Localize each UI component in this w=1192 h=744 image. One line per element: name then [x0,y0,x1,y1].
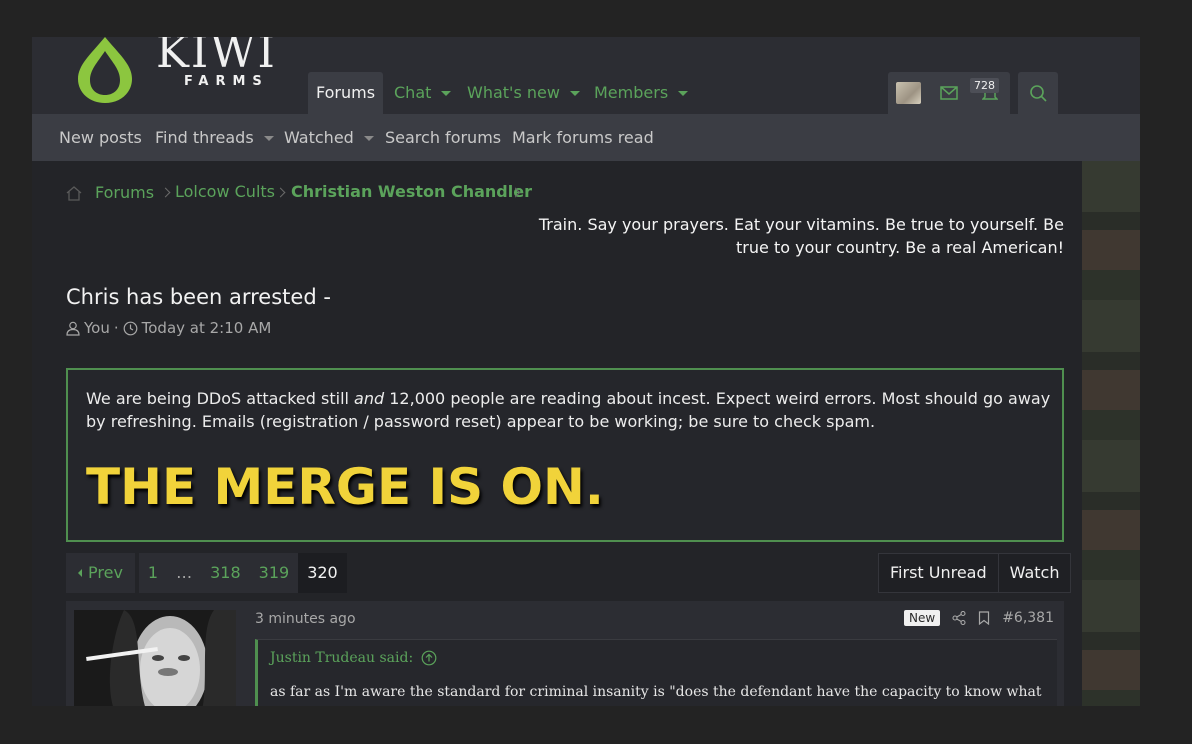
main-content: Forums Lolcow Cults Christian Weston Cha… [32,161,1082,706]
post-number[interactable]: #6,381 [1002,610,1054,626]
notice-text-before: We are being DDoS attacked still [86,389,355,408]
chevron-down-icon [569,91,580,96]
post: 3 minutes ago New #6,381 Justin Trudeau … [66,601,1064,706]
subnav-watched[interactable]: Watched [284,114,374,161]
subnav-watched-label: Watched [284,128,354,147]
new-badge: New [904,610,941,626]
chevron-left-icon [78,569,82,577]
page-ellipsis[interactable]: … [167,553,201,593]
chevron-down-icon [363,136,374,141]
chevron-down-icon [441,91,452,96]
page-current[interactable]: 320 [298,553,347,593]
page-numbers: 1 … 318 319 320 [138,553,347,593]
user-icon [66,321,80,336]
chevron-right-icon [275,187,286,198]
header: KIWI FARMS Forums Chat What's new Member… [32,37,1140,114]
chevron-right-icon [160,187,171,198]
bookmark-icon[interactable] [978,611,990,625]
subnav-new-posts[interactable]: New posts [59,114,142,161]
breadcrumb-christian-weston-chandler[interactable]: Christian Weston Chandler [291,182,532,201]
tab-chat-label: Chat [394,83,432,102]
chevron-down-icon [678,91,689,96]
thread-meta: You · Today at 2:10 AM [66,319,271,337]
tab-forums[interactable]: Forums [308,72,384,114]
prev-page-button[interactable]: Prev [66,553,135,593]
page-link-319[interactable]: 319 [250,553,299,593]
post-timestamp[interactable]: 3 minutes ago [255,611,356,627]
avatar[interactable] [896,82,921,104]
home-icon[interactable] [66,186,82,201]
tab-whats-new-label: What's new [467,83,560,102]
search-icon [1030,85,1047,102]
prev-page-label: Prev [88,563,123,582]
quote-author: Justin Trudeau said: [270,650,414,666]
breadcrumb-forums[interactable]: Forums [95,183,154,202]
forum-page: KIWI FARMS Forums Chat What's new Member… [32,37,1140,706]
subnav-find-threads[interactable]: Find threads [155,114,274,161]
envelope-icon[interactable] [940,86,958,100]
user-controls: 728 [888,72,1010,114]
meta-separator: · [113,319,119,337]
tab-whats-new[interactable]: What's new [459,72,588,114]
thread-time[interactable]: Today at 2:10 AM [142,319,272,337]
tab-chat[interactable]: Chat [386,72,459,114]
site-notice: We are being DDoS attacked still and 12,… [66,368,1064,542]
search-button[interactable] [1018,72,1058,114]
post-tools: New #6,381 [904,610,1054,626]
page-navigation: Prev 1 … 318 319 320 [66,553,347,593]
subnav-search-forums[interactable]: Search forums [385,114,501,161]
clock-icon [123,321,138,335]
tab-members-label: Members [594,83,669,102]
share-icon[interactable] [952,611,966,625]
post-author-avatar[interactable] [74,610,236,706]
watch-button[interactable]: Watch [999,554,1071,592]
breadcrumb-lolcow-cults[interactable]: Lolcow Cults [175,182,275,201]
subnav-find-threads-label: Find threads [155,128,254,147]
chevron-down-icon [263,136,274,141]
quote-text: as far as I'm aware the standard for cri… [270,684,1042,700]
alerts-count-badge: 728 [970,78,999,93]
quote-block: Justin Trudeau said: as far as I'm aware… [255,639,1057,706]
subnav-mark-forums-read[interactable]: Mark forums read [512,114,654,161]
brand-subtitle: FARMS [184,74,269,89]
tab-forums-label: Forums [316,83,376,102]
quote-header[interactable]: Justin Trudeau said: [270,650,437,666]
thread-author[interactable]: You [84,319,110,337]
thread-actions: First Unread Watch [878,553,1072,593]
page-link-318[interactable]: 318 [201,553,250,593]
avatar-photo [74,610,236,706]
kiwi-logo-icon[interactable] [70,37,140,103]
arrow-up-circle-icon [421,650,437,666]
sub-navigation: New posts Find threads Watched Search fo… [32,114,1140,161]
tab-members[interactable]: Members [586,72,696,114]
thread-title: Chris has been arrested - [66,285,331,309]
notice-headline: THE MERGE IS ON. [86,458,604,516]
first-unread-button[interactable]: First Unread [879,554,999,592]
brand-title: KIWI [156,37,277,78]
page-link-1[interactable]: 1 [139,553,167,593]
notice-text: We are being DDoS attacked still and 12,… [86,387,1054,433]
notice-text-emphasis: and [354,389,385,408]
forum-tagline: Train. Say your prayers. Eat your vitami… [538,215,1064,257]
